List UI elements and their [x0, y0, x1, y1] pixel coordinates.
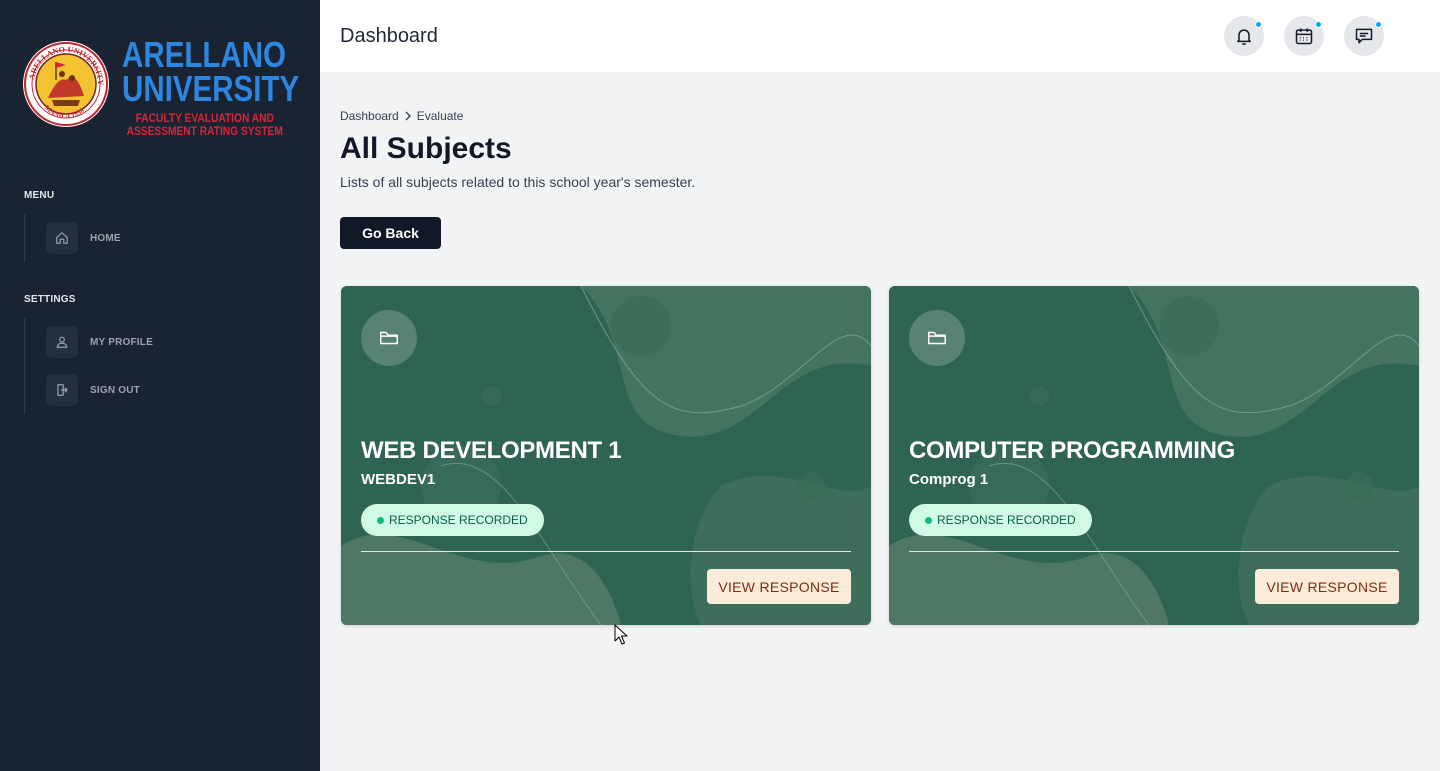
status-badge: RESPONSE RECORDED — [909, 504, 1092, 536]
breadcrumb-item-evaluate: Evaluate — [416, 109, 464, 123]
chat-icon — [1355, 28, 1373, 44]
sidebar: ARELLANO UNIVERSITY MANILA 1938 ARELLANO… — [0, 0, 320, 771]
header-title: Dashboard — [340, 25, 438, 47]
status-dot — [925, 516, 932, 524]
mouse-cursor-icon — [614, 624, 628, 645]
subject-title: COMPUTER PROGRAMMING — [909, 437, 1235, 464]
calendar-dot — [1315, 21, 1322, 28]
status-dot — [377, 516, 384, 524]
breadcrumb-item-dashboard[interactable]: Dashboard — [340, 109, 399, 123]
go-back-button[interactable]: Go Back — [340, 217, 441, 249]
status-badge: RESPONSE RECORDED — [361, 504, 544, 536]
messages-button[interactable] — [1344, 16, 1384, 56]
brand-name: ARELLANO UNIVERSITY FACULTY EVALUATION A… — [122, 34, 300, 138]
menu-nav-group: HOME — [24, 214, 121, 262]
notification-dot — [1255, 21, 1262, 28]
menu-section-title: MENU — [24, 190, 55, 201]
university-seal-icon: ARELLANO UNIVERSITY MANILA 1938 — [23, 41, 109, 127]
subject-card: COMPUTER PROGRAMMING Comprog 1 RESPONSE … — [889, 286, 1419, 625]
top-header: Dashboard — [320, 0, 1440, 72]
card-divider — [909, 551, 1399, 552]
brand-name-line1: ARELLANO — [122, 34, 286, 75]
calendar-icon — [1295, 28, 1313, 45]
folder-icon — [361, 310, 417, 366]
notifications-button[interactable] — [1224, 16, 1264, 56]
messages-dot — [1375, 21, 1382, 28]
status-badge-label: RESPONSE RECORDED — [389, 513, 528, 527]
status-badge-label: RESPONSE RECORDED — [937, 513, 1076, 527]
sign-out-icon — [46, 374, 78, 406]
sidebar-item-sign-out[interactable]: SIGN OUT — [46, 366, 153, 414]
subject-title: WEB DEVELOPMENT 1 — [361, 437, 622, 464]
brand-name-line2: UNIVERSITY — [122, 68, 300, 109]
sidebar-item-my-profile[interactable]: MY PROFILE — [46, 318, 153, 366]
view-response-button[interactable]: VIEW RESPONSE — [1255, 569, 1399, 604]
folder-icon — [909, 310, 965, 366]
user-icon — [46, 326, 78, 358]
card-divider — [361, 551, 851, 552]
sidebar-item-label: SIGN OUT — [90, 384, 140, 396]
calendar-button[interactable] — [1284, 16, 1324, 56]
sidebar-item-label: MY PROFILE — [90, 336, 153, 348]
brand-logo[interactable]: ARELLANO UNIVERSITY MANILA 1938 ARELLANO… — [20, 34, 300, 138]
bell-icon — [1237, 29, 1251, 45]
home-icon — [46, 222, 78, 254]
view-response-button[interactable]: VIEW RESPONSE — [707, 569, 851, 604]
page-title: All Subjects — [340, 132, 512, 165]
page-description: Lists of all subjects related to this sc… — [340, 174, 696, 190]
brand-subtitle-line2: ASSESSMENT RATING SYSTEM — [126, 124, 283, 138]
sidebar-item-home[interactable]: HOME — [46, 214, 121, 262]
subject-code: Comprog 1 — [909, 471, 989, 488]
subject-code: WEBDEV1 — [361, 471, 436, 488]
subject-card: WEB DEVELOPMENT 1 WEBDEV1 RESPONSE RECOR… — [341, 286, 871, 625]
settings-section-title: SETTINGS — [24, 294, 76, 305]
sidebar-item-label: HOME — [90, 232, 121, 244]
breadcrumb: Dashboard Evaluate — [340, 109, 463, 123]
settings-nav-group: MY PROFILE SIGN OUT — [24, 318, 153, 414]
chevron-right-icon — [403, 111, 413, 121]
